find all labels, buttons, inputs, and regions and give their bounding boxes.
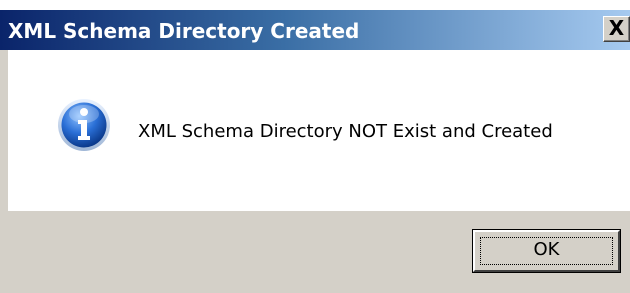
message-dialog: XML Schema Directory Created X XML Schem…	[0, 0, 630, 293]
dialog-title: XML Schema Directory Created	[8, 19, 360, 43]
info-icon	[57, 98, 111, 152]
ok-button[interactable]: OK	[472, 229, 621, 273]
window-border	[0, 50, 8, 293]
close-button[interactable]: X	[603, 16, 630, 42]
dialog-message: XML Schema Directory NOT Exist and Creat…	[138, 121, 553, 142]
button-bar: OK	[0, 211, 630, 293]
ok-button-label: OK	[533, 239, 560, 260]
title-bar[interactable]: XML Schema Directory Created X	[0, 10, 630, 50]
dialog-content: XML Schema Directory NOT Exist and Creat…	[0, 50, 630, 211]
